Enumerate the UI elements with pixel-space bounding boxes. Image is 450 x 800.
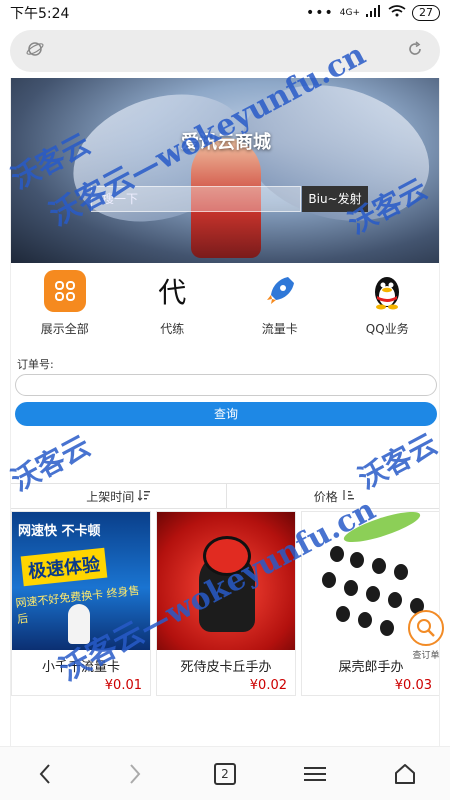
beetle-illustration [330,546,344,562]
floating-order-label: 查订单 [412,651,440,661]
beetle-illustration [344,580,358,596]
home-button[interactable] [375,754,435,794]
sort-desc-icon [137,489,151,504]
rocket-icon [259,270,301,312]
beetle-illustration [350,552,364,568]
product-image-text: 网速快 不卡顿 [18,524,101,539]
banner-search-button[interactable]: Biu~发射 [302,186,368,212]
category-label: QQ业务 [365,322,409,336]
banner-search-input[interactable]: 搜一下 [91,186,301,212]
beetle-illustration [358,612,372,628]
category-row: 展示全部 代 代练 流量卡 QQ业务 [11,270,439,348]
battery-indicator: 27 [412,5,440,21]
floating-order-button[interactable]: 查订单 [404,610,448,661]
banner: 爱讯云商城 搜一下 Biu~发射 [11,78,439,263]
wifi-icon [388,5,406,21]
product-image: 网速快 不卡顿 极速体验 网速不好免费换卡 终身售后 [12,512,150,650]
sort-label: 上架时间 [86,489,135,504]
char-icon: 代 [158,276,187,309]
url-bar[interactable] [10,30,440,72]
banner-title: 爱讯云商城 [181,132,271,153]
product-price: ¥0.01 [104,678,142,693]
category-label: 展示全部 [40,322,89,336]
leaf-illustration [341,512,423,548]
signal-bars-icon [366,5,382,21]
menu-button[interactable] [285,754,345,794]
product-list: 网速快 不卡顿 极速体验 网速不好免费换卡 终身售后 小千千流量卡 ¥0.01 … [11,511,439,701]
signal-label: 4G+ [339,8,360,18]
beetle-illustration [372,558,386,574]
browser-bottom-nav: 2 [0,746,450,800]
beetle-illustration [336,606,350,622]
category-label: 流量卡 [261,322,298,336]
tab-count: 2 [214,762,236,785]
status-time: 下午5:24 [10,6,70,22]
beetle-illustration [388,592,402,608]
tabs-button[interactable]: 2 [195,754,255,794]
beetle-illustration [322,572,336,588]
product-name: 死侍皮卡丘手办 [180,660,272,675]
refresh-icon[interactable] [406,40,424,63]
beetle-illustration [380,620,394,636]
sort-by-price[interactable]: 价格 [225,484,440,508]
beetle-illustration [394,564,408,580]
product-image-text: 极速体验 [20,547,108,587]
qq-penguin-icon [366,270,408,312]
product-card[interactable]: 网速快 不卡顿 极速体验 网速不好免费换卡 终身售后 小千千流量卡 ¥0.01 [11,511,151,696]
chevron-left-icon [39,763,50,784]
category-boosting[interactable]: 代 代练 [122,270,222,348]
chevron-right-icon [130,763,141,784]
category-label: 代练 [160,322,185,336]
order-number-input[interactable] [15,374,437,396]
query-button[interactable]: 查询 [15,402,437,426]
category-qq[interactable]: QQ业务 [337,270,437,348]
product-price: ¥0.03 [394,678,432,693]
product-card[interactable]: 屎壳郎手办 ¥0.03 [301,511,439,696]
product-price: ¥0.02 [249,678,287,693]
category-data-card[interactable]: 流量卡 [230,270,330,348]
forward-button[interactable] [105,754,165,794]
page-content: 爱讯云商城 搜一下 Biu~发射 展示全部 代 代练 流量卡 QQ业务 订单号: [10,78,440,746]
home-icon [395,763,415,784]
beetle-illustration [366,586,380,602]
sort-bar: 上架时间 价格 [11,483,440,509]
product-card[interactable]: 死侍皮卡丘手办 ¥0.02 [156,511,296,696]
grid-icon [43,270,86,312]
status-bar: 下午5:24 ••• 4G+ 27 [0,0,450,26]
back-button[interactable] [15,754,75,794]
order-number-label: 订单号: [17,358,54,371]
sort-label: 价格 [313,489,338,504]
planet-icon[interactable] [26,40,44,63]
product-image [157,512,295,650]
figure-illustration [203,536,251,576]
status-icons: ••• 4G+ 27 [306,5,440,21]
more-dots-icon: ••• [305,5,334,21]
product-name: 小千千流量卡 [41,660,120,675]
sort-asc-icon [342,489,354,504]
menu-icon [304,766,326,781]
sort-by-time[interactable]: 上架时间 [11,484,226,508]
magnifier-icon [408,610,444,646]
category-all[interactable]: 展示全部 [15,270,115,348]
rocket-illustration [68,604,90,644]
